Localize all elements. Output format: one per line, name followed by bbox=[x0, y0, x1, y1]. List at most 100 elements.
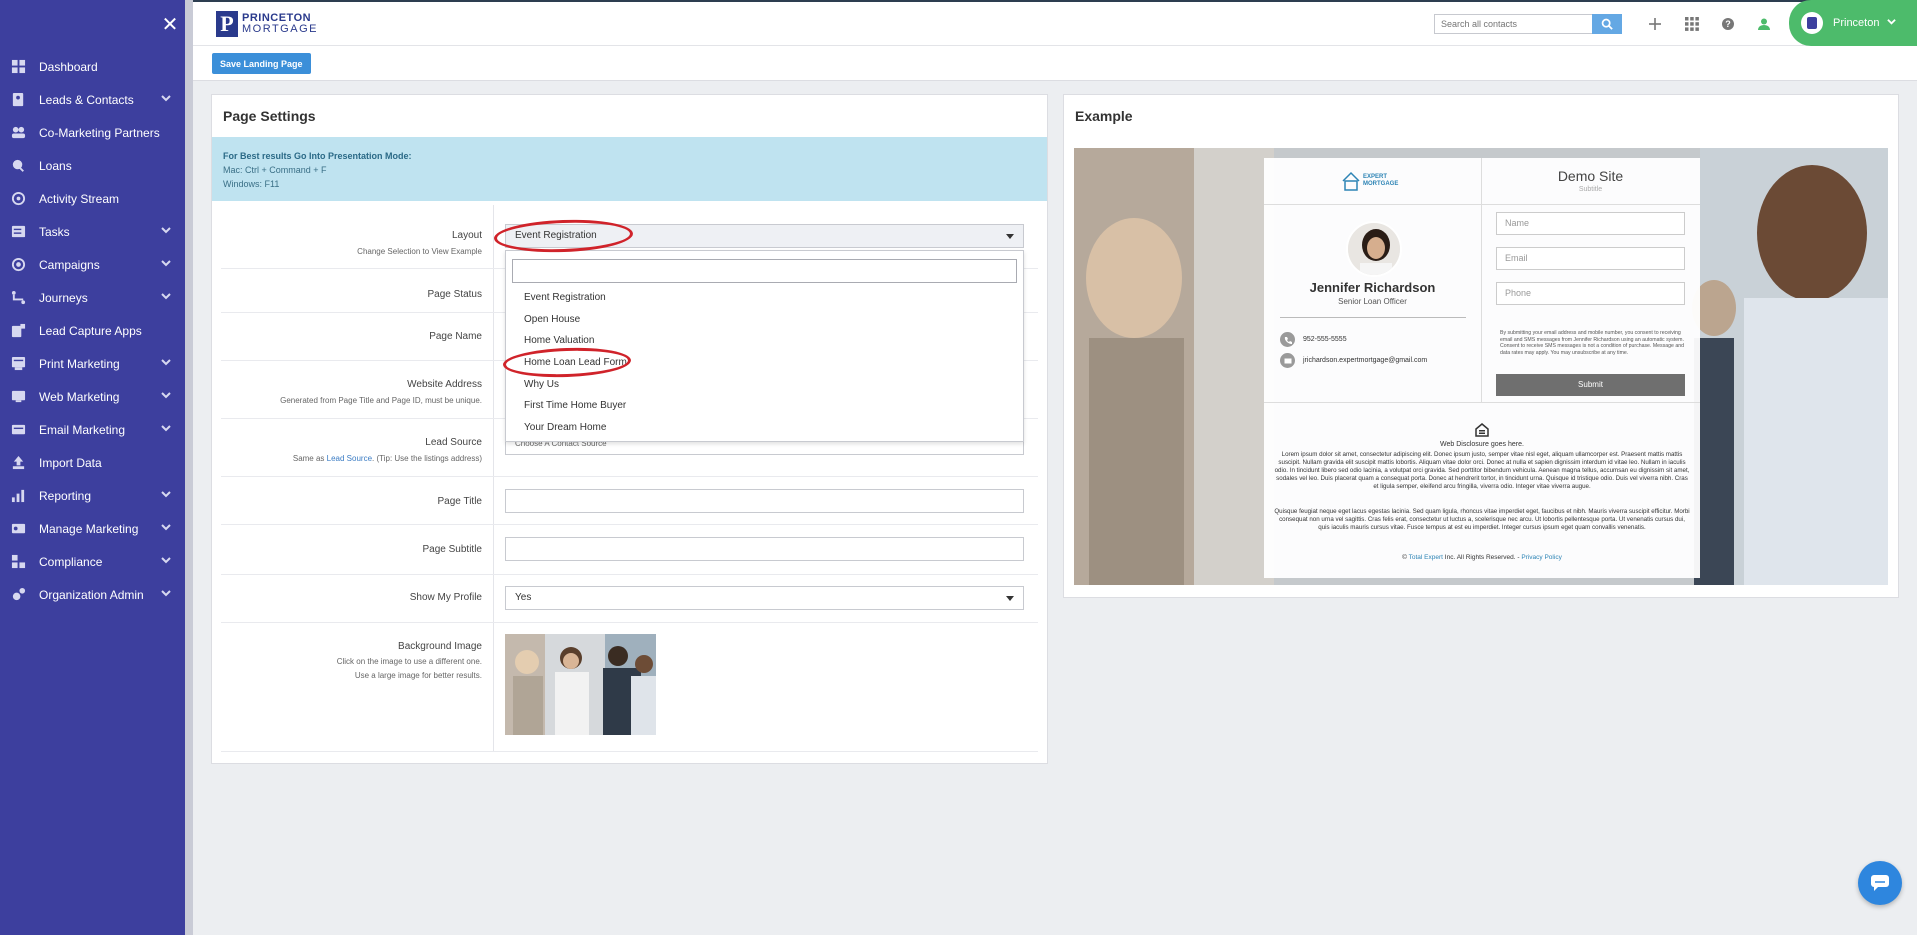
layout-option[interactable]: Home Loan Lead Form bbox=[506, 352, 1023, 374]
demo-logo: EXPERT MORTGAGE bbox=[1342, 171, 1398, 191]
sidebar-item-tasks[interactable]: Tasks bbox=[0, 215, 185, 248]
demo-landing-card: EXPERT MORTGAGE Demo Site Subtitle Jennif… bbox=[1264, 158, 1700, 578]
chat-icon bbox=[1871, 875, 1889, 891]
chat-support-button[interactable] bbox=[1858, 861, 1902, 905]
chevron-down-icon bbox=[161, 258, 175, 271]
info-mac: Mac: Ctrl + Command + F bbox=[223, 165, 327, 175]
sidebar-item-organization-admin[interactable]: Organization Admin bbox=[0, 578, 185, 611]
sidebar-item-label: Loans bbox=[39, 158, 72, 173]
sidebar-item-label: Co-Marketing Partners bbox=[39, 125, 160, 140]
sidebar-item-leads-and-contacts[interactable]: Leads & Contacts bbox=[0, 83, 185, 116]
sidebar-item-import-data[interactable]: Import Data bbox=[0, 446, 185, 479]
sidebar-item-print-marketing[interactable]: Print Marketing bbox=[0, 347, 185, 380]
chevron-down-icon bbox=[161, 489, 175, 502]
show-profile-select[interactable]: Yes bbox=[505, 586, 1024, 610]
search-button[interactable] bbox=[1592, 14, 1622, 34]
sidebar-item-label: Dashboard bbox=[39, 59, 98, 74]
layout-dropdown: Event Registration Open House Home Valuati… bbox=[505, 250, 1024, 442]
handshake-photo bbox=[505, 634, 656, 735]
agent-role: Senior Loan Officer bbox=[1338, 297, 1407, 306]
sidebar-item-journeys[interactable]: Journeys bbox=[0, 281, 185, 314]
sidebar-nav: Dashboard Leads & Contacts Co-Marketing Pa… bbox=[0, 50, 185, 611]
equal-housing-icon bbox=[1475, 423, 1489, 437]
user-name: Princeton bbox=[1833, 17, 1880, 29]
sidebar-item-label: Compliance bbox=[39, 554, 103, 569]
sidebar-item-manage-marketing[interactable]: Manage Marketing bbox=[0, 512, 185, 545]
search-input[interactable] bbox=[1434, 14, 1593, 34]
sidebar-item-web-marketing[interactable]: Web Marketing bbox=[0, 380, 185, 413]
demo-site-title: Demo Site bbox=[1557, 168, 1624, 184]
chevron-down-icon bbox=[161, 588, 175, 601]
logo-line2: MORTGAGE bbox=[242, 23, 318, 35]
import-icon bbox=[10, 455, 26, 471]
layout-option[interactable]: Home Valuation bbox=[506, 330, 1023, 352]
layout-option[interactable]: Event Registration bbox=[506, 287, 1023, 309]
sidebar-item-co-marketing-partners[interactable]: Co-Marketing Partners bbox=[0, 116, 185, 149]
dashboard-icon bbox=[10, 59, 26, 75]
layout-option[interactable]: Your Dream Home bbox=[506, 417, 1023, 439]
agent-email: jrichardson.expertmortgage@gmail.com bbox=[1280, 353, 1427, 368]
sidebar-item-label: Organization Admin bbox=[39, 587, 144, 602]
sidebar-item-reporting[interactable]: Reporting bbox=[0, 479, 185, 512]
chevron-down-icon bbox=[161, 522, 175, 535]
activity-icon bbox=[10, 191, 26, 207]
action-bar: Save Landing Page bbox=[193, 46, 1917, 81]
info-title: For Best results Go Into Presentation Mo… bbox=[223, 151, 412, 161]
sidebar-item-activity-stream[interactable]: Activity Stream bbox=[0, 182, 185, 215]
sidebar-item-label: Web Marketing bbox=[39, 389, 120, 404]
demo-phone-input: Phone bbox=[1496, 282, 1685, 305]
page-name-label: Page Name bbox=[429, 331, 482, 342]
company-logo[interactable]: P PRINCETON MORTGAGE bbox=[216, 11, 318, 37]
logo-mark: P bbox=[216, 11, 238, 37]
layout-option[interactable]: Open House bbox=[506, 309, 1023, 331]
demo-site-subtitle: Subtitle bbox=[1578, 186, 1603, 193]
print-icon bbox=[10, 356, 26, 372]
presentation-mode-info: For Best results Go Into Presentation Mo… bbox=[212, 137, 1047, 201]
sidebar-item-label: Leads & Contacts bbox=[39, 92, 134, 107]
layout-select[interactable]: Event Registration bbox=[505, 224, 1024, 248]
sidebar-item-lead-capture-apps[interactable]: Lead Capture Apps bbox=[0, 314, 185, 347]
manage-marketing-icon bbox=[10, 521, 26, 537]
sidebar-item-label: Reporting bbox=[39, 488, 92, 503]
reporting-icon bbox=[10, 488, 26, 504]
sidebar-item-label: Import Data bbox=[39, 455, 102, 470]
sidebar-item-loans[interactable]: Loans bbox=[0, 149, 185, 182]
sidebar-item-dashboard[interactable]: Dashboard bbox=[0, 50, 185, 83]
sidebar-item-label: Journeys bbox=[39, 290, 88, 305]
lead-source-link[interactable]: Lead Source bbox=[327, 454, 372, 463]
demo-body-text-2: Quisque feugiat neque eget lacus egestas… bbox=[1274, 508, 1690, 531]
sidebar-item-campaigns[interactable]: Campaigns bbox=[0, 248, 185, 281]
save-landing-page-button[interactable]: Save Landing Page bbox=[212, 53, 311, 74]
sidebar-item-label: Email Marketing bbox=[39, 422, 126, 437]
sidebar-item-email-marketing[interactable]: Email Marketing bbox=[0, 413, 185, 446]
add-button[interactable] bbox=[1646, 15, 1664, 33]
grid-icon bbox=[1685, 17, 1699, 31]
show-profile-label: Show My Profile bbox=[409, 592, 482, 603]
sidebar-item-compliance[interactable]: Compliance bbox=[0, 545, 185, 578]
layout-option[interactable]: Why Us bbox=[506, 374, 1023, 396]
chevron-down-icon bbox=[161, 291, 175, 304]
close-sidebar-icon[interactable]: ✕ bbox=[160, 14, 180, 34]
demo-email-input: Email bbox=[1496, 247, 1685, 270]
layout-option[interactable]: First Time Home Buyer bbox=[506, 395, 1023, 417]
contacts-button[interactable] bbox=[1755, 15, 1773, 33]
sidebar-item-label: Activity Stream bbox=[39, 191, 120, 206]
apps-button[interactable] bbox=[1683, 15, 1701, 33]
page-subtitle-input[interactable] bbox=[505, 537, 1024, 561]
help-button[interactable]: ? bbox=[1719, 15, 1737, 33]
agent-photo bbox=[1346, 221, 1402, 277]
page-title-input[interactable] bbox=[505, 489, 1024, 513]
agent-name: Jennifer Richardson bbox=[1309, 280, 1436, 295]
contacts-icon bbox=[10, 92, 26, 108]
top-accent-line bbox=[193, 0, 1917, 2]
chevron-down-icon bbox=[161, 390, 175, 403]
background-image-thumbnail[interactable] bbox=[505, 634, 656, 735]
website-hint: Generated from Page Title and Page ID, m… bbox=[280, 396, 482, 405]
layout-search-input[interactable] bbox=[512, 259, 1017, 283]
user-menu[interactable]: Princeton bbox=[1789, 0, 1917, 46]
lead-source-hint: Same as Lead Source. (Tip: Use the listi… bbox=[292, 454, 482, 463]
org-avatar bbox=[1801, 12, 1823, 34]
sidebar-scrollbar[interactable] bbox=[185, 0, 193, 935]
journeys-icon bbox=[10, 290, 26, 306]
web-icon bbox=[10, 389, 26, 405]
